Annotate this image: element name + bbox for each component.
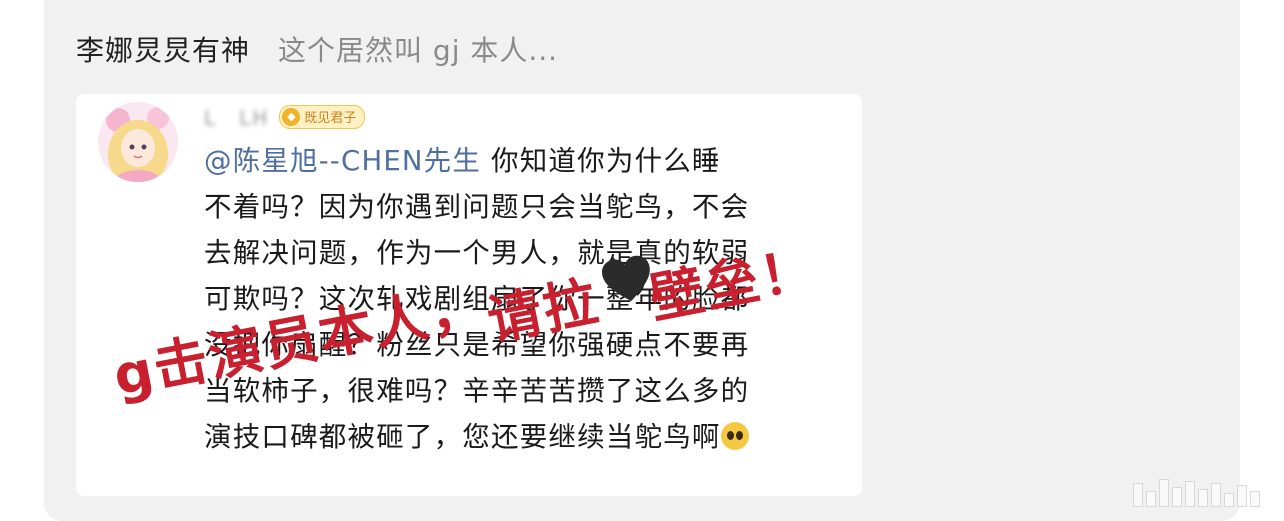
comment-line: 演技口碑都被砸了，您还要继续当鸵鸟啊 [204,414,844,460]
avatar [98,102,178,182]
coin-icon: ◆ [282,107,301,126]
anime-girl-avatar-icon [98,102,178,182]
comment-line: 当软柿子，很难吗？辛辛苦苦攒了这么多的 [204,375,750,407]
comment-line: @陈星旭--CHEN先生 你知道你为什么睡 [204,145,721,177]
post-header: 李娜炅炅有神 这个居然叫 gj 本人... [76,26,558,72]
comment-text: @陈星旭--CHEN先生 你知道你为什么睡 不着吗？因为你遇到问题只会当鸵鸟，不… [204,138,844,460]
post-text-snippet[interactable]: 这个居然叫 gj 本人... [278,29,558,69]
comment-user-row: L LH ◆ 既见君子 [204,102,366,131]
fan-badge: ◆ 既见君子 [279,104,366,129]
badge-label: 既见君子 [304,111,357,126]
mention-link[interactable]: @陈星旭--CHEN先生 [204,145,481,177]
crying-face-icon [720,422,749,450]
post-author-name[interactable]: 李娜炅炅有神 [76,29,250,69]
blurred-username: L LH [204,106,270,130]
watermark [1133,479,1260,507]
comment-line: 没把你扇醒？粉丝只是希望你强硬点不要再 [204,329,750,361]
comment-line: 去解决问题，作为一个男人，就是真的软弱 [204,237,750,269]
comment-line: 可欺吗？这次轧戏剧组扇了你一整年的脸都 [204,283,750,315]
embedded-comment-screenshot[interactable]: L LH ◆ 既见君子 @陈星旭--CHEN先生 你知道你为什么睡 不着吗？因为… [76,94,862,496]
comment-line: 不着吗？因为你遇到问题只会当鸵鸟，不会 [204,191,750,223]
